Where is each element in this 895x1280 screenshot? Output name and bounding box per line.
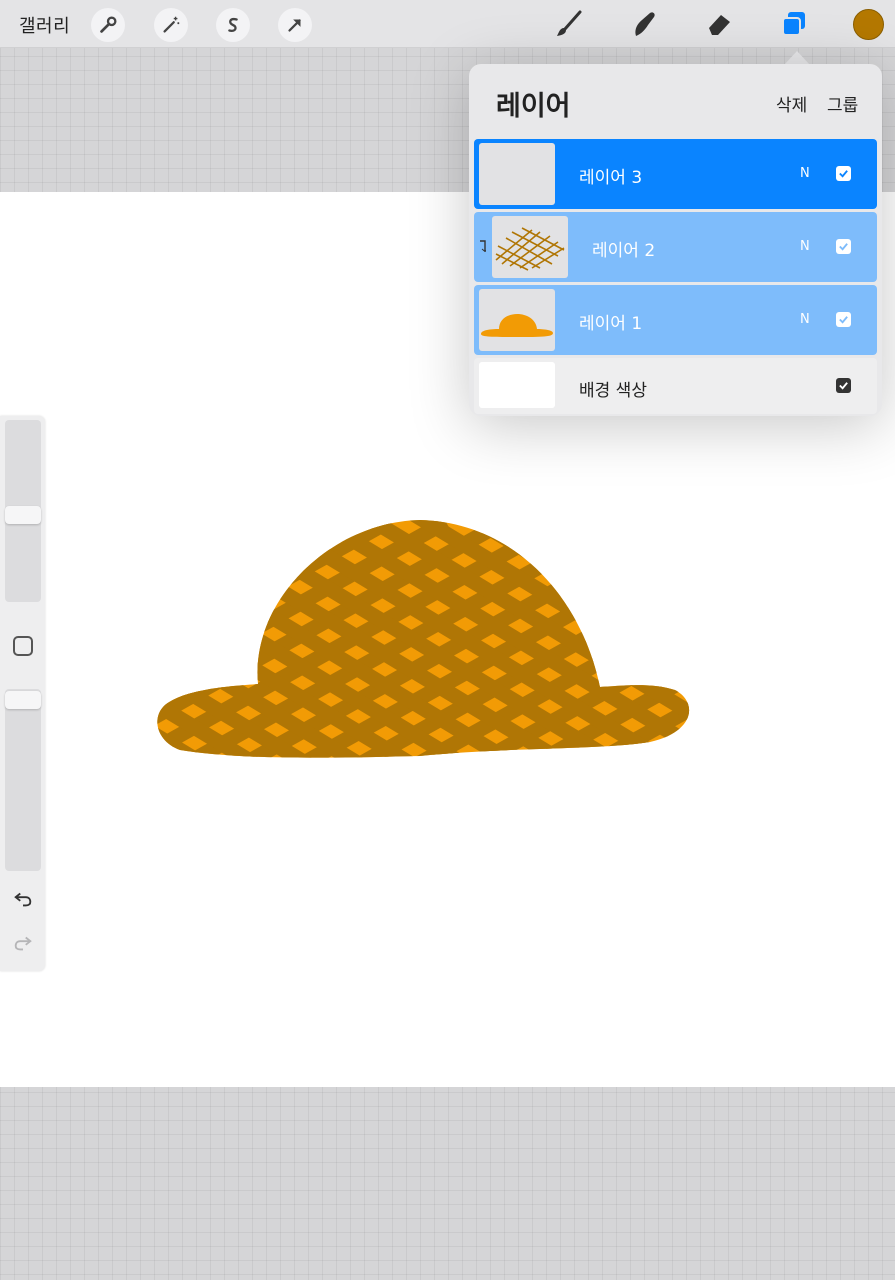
panel-pointer	[784, 51, 810, 65]
layer-row-3[interactable]: 레이어 3 N	[474, 139, 877, 209]
delete-button[interactable]: 삭제	[776, 91, 807, 116]
layer-thumbnail	[479, 143, 555, 205]
top-toolbar: 갤러리	[0, 0, 895, 48]
gallery-button[interactable]: 갤러리	[19, 12, 70, 38]
hat-stripe	[666, 520, 690, 758]
checkmark-icon	[839, 243, 848, 251]
blend-mode-button[interactable]: N	[800, 166, 810, 181]
eraser-icon[interactable]	[701, 6, 737, 42]
brush-icon[interactable]	[551, 6, 587, 42]
layers-panel: 레이어 삭제 그룹 레이어 3 N 레이어 2 N 레이어 1 N 배경 색상	[469, 64, 882, 416]
layer-name: 레이어 1	[579, 314, 643, 334]
blend-mode-button[interactable]: N	[800, 239, 810, 254]
transform-arrow-icon[interactable]	[278, 8, 312, 42]
hat-stripe	[774, 512, 895, 802]
layer-name: 배경 색상	[579, 381, 647, 401]
brush-size-thumb[interactable]	[5, 506, 41, 524]
layer-row-2[interactable]: 레이어 2 N	[474, 212, 877, 282]
hat-stripe	[614, 520, 690, 758]
opacity-thumb[interactable]	[5, 691, 41, 709]
background-color-row[interactable]: 배경 색상	[474, 358, 877, 414]
hat-stripe	[676, 520, 690, 758]
visibility-checkbox[interactable]	[836, 312, 851, 327]
background-thumbnail	[479, 362, 555, 408]
visibility-checkbox[interactable]	[836, 239, 851, 254]
magic-wand-icon[interactable]	[154, 8, 188, 42]
hat-stripe	[722, 512, 895, 802]
panel-title: 레이어	[496, 91, 571, 122]
hat-stripe	[618, 520, 690, 758]
redo-icon[interactable]	[11, 931, 35, 955]
undo-icon[interactable]	[11, 887, 35, 911]
group-button[interactable]: 그룹	[827, 91, 858, 116]
selection-icon[interactable]	[216, 8, 250, 42]
left-sidebar	[0, 416, 45, 971]
hat-stripe	[562, 520, 690, 758]
visibility-checkbox[interactable]	[836, 378, 851, 393]
hat-stripe	[738, 522, 895, 812]
hat-stripe	[796, 522, 895, 812]
clipping-mask-icon	[480, 240, 486, 252]
hat-stripe	[560, 520, 690, 758]
smudge-icon[interactable]	[626, 6, 662, 42]
layer-row-1[interactable]: 레이어 1 N	[474, 285, 877, 355]
layer-name: 레이어 2	[592, 241, 656, 261]
checkmark-icon	[839, 170, 848, 178]
hat-stripe	[854, 522, 895, 812]
opacity-slider[interactable]	[5, 689, 41, 871]
wrench-icon[interactable]	[91, 8, 125, 42]
checkmark-icon	[839, 382, 848, 390]
layers-icon[interactable]	[776, 6, 812, 42]
blend-mode-button[interactable]: N	[800, 312, 810, 327]
visibility-checkbox[interactable]	[836, 166, 851, 181]
checkmark-icon	[839, 316, 848, 324]
color-picker-swatch[interactable]	[853, 9, 884, 40]
brush-size-slider[interactable]	[5, 420, 41, 602]
layer-thumbnail	[492, 216, 568, 278]
layer-thumbnail	[479, 289, 555, 351]
modifier-square-button[interactable]	[13, 636, 33, 656]
layer-name: 레이어 3	[579, 168, 643, 188]
